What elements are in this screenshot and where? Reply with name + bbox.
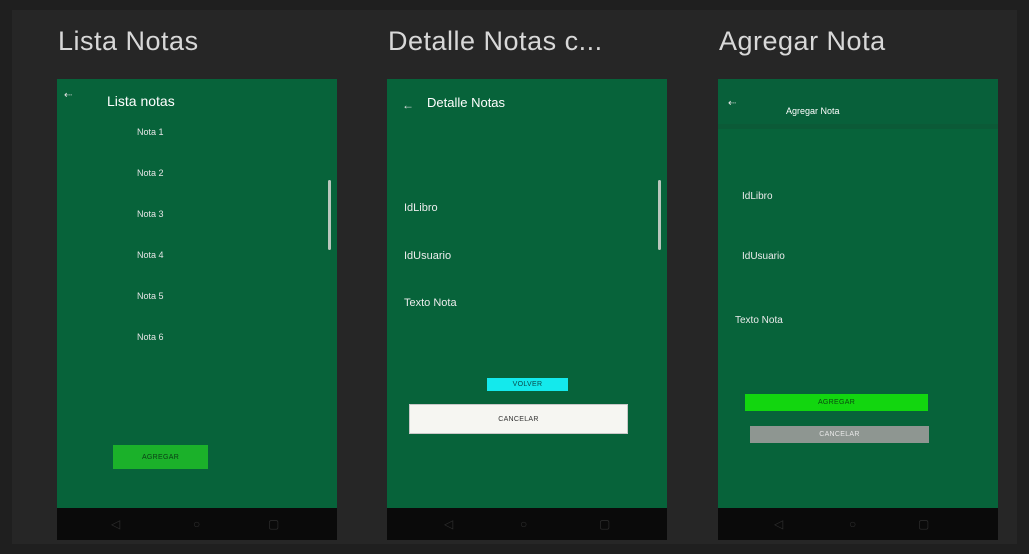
- toolbar-title: Agregar Nota: [786, 106, 840, 116]
- scrollbar[interactable]: [658, 180, 661, 250]
- cancel-button[interactable]: CANCELAR: [750, 426, 929, 443]
- idusuario-label: IdUsuario: [404, 250, 452, 262]
- back-arrow-icon[interactable]: ⇠: [64, 90, 72, 102]
- nav-recents-icon[interactable]: ▢: [918, 517, 929, 531]
- scrollbar[interactable]: [328, 180, 331, 250]
- toolbar-title: Detalle Notas: [427, 95, 506, 110]
- nav-recents-icon[interactable]: ▢: [268, 517, 279, 531]
- nav-recents-icon[interactable]: ▢: [599, 517, 610, 531]
- nav-home-icon[interactable]: ○: [520, 517, 527, 531]
- nav-back-icon[interactable]: ◁: [774, 517, 783, 531]
- idusuario-label: IdUsuario: [742, 251, 785, 262]
- back-arrow-icon[interactable]: ⇠: [728, 98, 736, 110]
- nav-home-icon[interactable]: ○: [849, 517, 856, 531]
- list-item[interactable]: Nota 4: [137, 250, 164, 260]
- add-button[interactable]: AGREGAR: [113, 445, 208, 469]
- list-item[interactable]: Nota 5: [137, 291, 164, 301]
- list-item[interactable]: Nota 6: [137, 332, 164, 342]
- list-item[interactable]: Nota 3: [137, 209, 164, 219]
- nav-home-icon[interactable]: ○: [193, 517, 200, 531]
- toolbar: [718, 79, 998, 129]
- texto-nota-label: Texto Nota: [735, 315, 783, 326]
- column-title-lista-notas: Lista Notas: [58, 26, 199, 56]
- screen-detalle-notas: ← Detalle Notas IdLibro IdUsuario Texto …: [387, 79, 667, 540]
- android-nav-bar: ◁ ○ ▢: [57, 508, 337, 540]
- add-button[interactable]: AGREGAR: [745, 394, 928, 411]
- cancel-button[interactable]: CANCELAR: [409, 404, 628, 434]
- list-item[interactable]: Nota 1: [137, 127, 164, 137]
- nav-back-icon[interactable]: ◁: [444, 517, 453, 531]
- android-nav-bar: ◁ ○ ▢: [387, 508, 667, 540]
- screen-lista-notas: ⇠ Lista notas Nota 1 Nota 2 Nota 3 Nota …: [57, 79, 337, 540]
- back-arrow-icon[interactable]: ←: [402, 99, 414, 111]
- screen-agregar-nota: ⇠ Agregar Nota IdLibro IdUsuario Texto N…: [718, 79, 998, 540]
- volver-button[interactable]: VOLVER: [487, 378, 568, 391]
- list-item[interactable]: Nota 2: [137, 168, 164, 178]
- toolbar-title: Lista notas: [107, 93, 175, 109]
- android-nav-bar: ◁ ○ ▢: [718, 508, 998, 540]
- column-title-detalle-notas: Detalle Notas c...: [388, 26, 603, 56]
- idlibro-label: IdLibro: [742, 191, 773, 202]
- nav-back-icon[interactable]: ◁: [111, 517, 120, 531]
- texto-nota-label: Texto Nota: [404, 297, 457, 309]
- column-title-agregar-nota: Agregar Nota: [719, 26, 886, 56]
- idlibro-label: IdLibro: [404, 202, 438, 214]
